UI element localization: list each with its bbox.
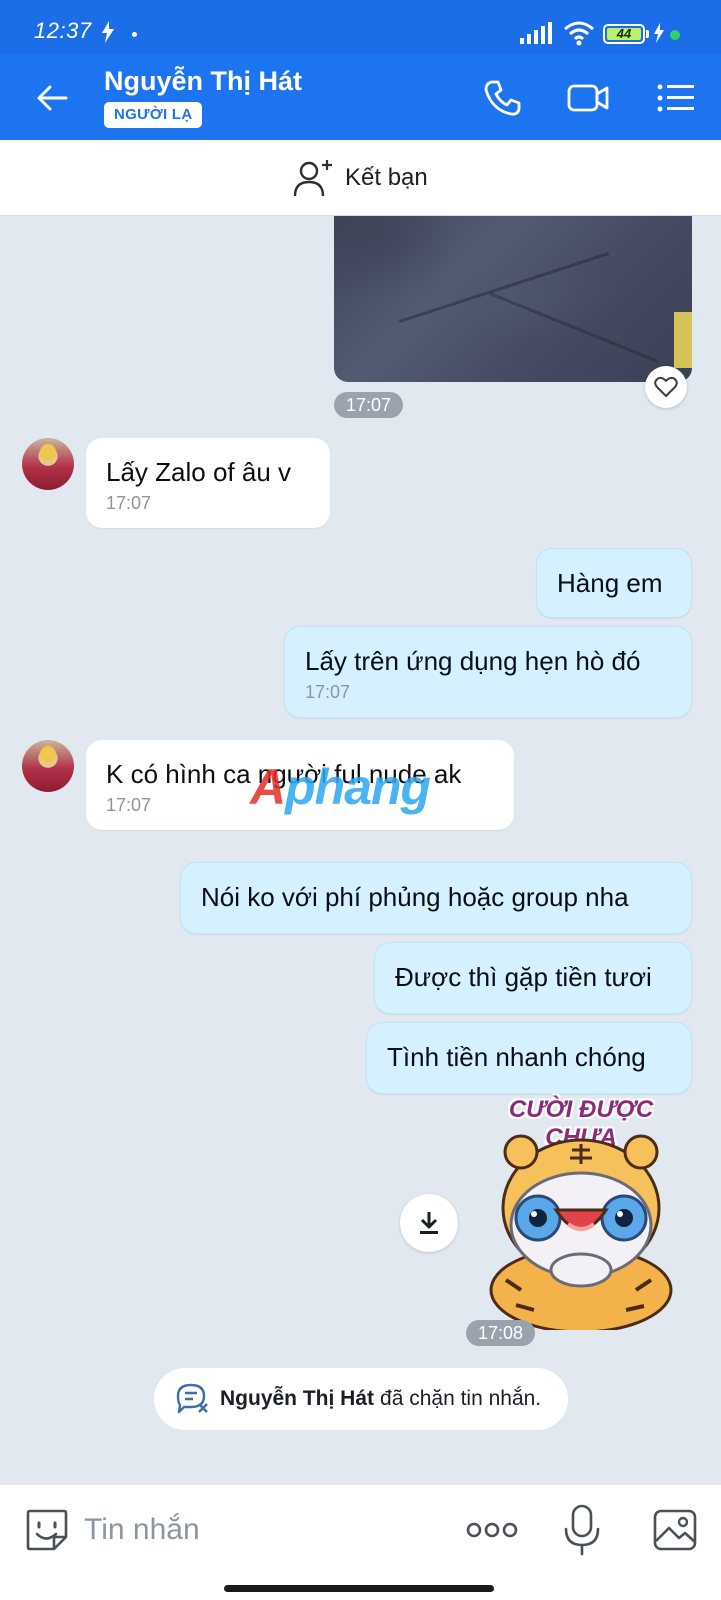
message-text: K có hình ca người ful nude ak [106,759,462,789]
battery-icon: 44 [603,24,645,44]
flash-icon [102,21,114,43]
message-text: Tình tiền nhanh chóng [387,1042,646,1072]
message-text: Nói ko với phí phủng hoặc group nha [201,882,629,912]
blocked-notice-text: đã chặn tin nhắn. [380,1387,542,1410]
message-text: Lấy trên ứng dụng hẹn hò đó [305,646,641,676]
message-time: 17:07 [106,493,152,513]
back-arrow-icon[interactable] [32,78,72,118]
status-time: 12:37 [34,18,92,43]
wifi-icon [564,21,594,46]
contact-avatar[interactable] [22,740,74,792]
add-friend-label: Kết bạn [345,164,428,191]
photo-message[interactable] [334,216,692,382]
blocked-notice: Nguyễn Thị Hát đã chặn tin nhắn. [154,1368,568,1430]
message-bubble-outgoing[interactable]: Nói ko với phí phủng hoặc group nha [180,862,692,934]
message-input[interactable] [84,1507,424,1553]
message-text: Được thì gặp tiền tươi [395,962,652,992]
message-bubble-incoming[interactable]: K có hình ca người ful nude ak 17:07 [86,740,514,830]
message-text: Hàng em [557,568,663,598]
contact-avatar[interactable] [22,438,74,490]
notification-dot [132,32,137,37]
message-time: 17:07 [305,682,351,702]
add-friend-button[interactable]: Kết bạn [293,158,428,198]
message-bubble-outgoing[interactable]: Hàng em [536,548,692,618]
battery-level: 44 [616,26,632,41]
blocked-contact-name: Nguyễn Thị Hát [220,1387,375,1410]
react-heart-button[interactable] [645,366,687,408]
phone-icon[interactable] [480,76,524,120]
message-bubble-outgoing[interactable]: Tình tiền nhanh chóng [366,1022,692,1094]
message-bubble-outgoing[interactable]: Lấy trên ứng dụng hẹn hò đó 17:07 [284,626,692,718]
message-bubble-incoming[interactable]: Lấy Zalo of âu v 17:07 [86,438,330,528]
download-button[interactable] [400,1194,458,1252]
video-call-icon[interactable] [566,76,610,120]
microphone-icon[interactable] [562,1503,602,1557]
privacy-indicator-dot [670,30,680,40]
contact-name[interactable]: Nguyễn Thị Hát [104,66,302,97]
add-friend-bar: Kết bạn [0,140,721,216]
message-text: Lấy Zalo of âu v [106,457,291,487]
battery-tip [646,30,649,38]
more-options-icon[interactable] [466,1513,518,1547]
message-input-bar [0,1484,721,1574]
heart-icon [654,376,678,397]
message-bubble-outgoing[interactable]: Được thì gặp tiền tươi [374,942,692,1014]
download-icon [420,1212,438,1234]
menu-list-icon[interactable] [654,76,698,120]
charging-icon [654,23,664,43]
image-gallery-icon[interactable] [652,1507,698,1553]
home-indicator[interactable] [224,1585,494,1592]
tiger-sticker-art [489,1134,673,1330]
chat-messages[interactable]: 17:07 Lấy Zalo of âu v 17:07 Hàng em Lấy… [0,216,721,1484]
time-separator: 17:08 [466,1320,536,1346]
stranger-badge: NGƯỜI LẠ [104,102,203,128]
message-blocked-icon [176,1383,208,1414]
signal-icon [520,22,552,44]
chat-header: Nguyễn Thị Hát NGƯỜI LẠ [0,54,721,140]
message-time: 17:07 [106,795,152,815]
time-separator: 17:07 [334,392,404,418]
sticker-emoji-icon[interactable] [24,1507,70,1553]
tiger-sticker[interactable]: CƯỜI ĐƯỢC CHƯA [476,1096,686,1330]
status-bar: 12:37 44 [0,0,721,54]
add-user-icon [293,160,332,197]
